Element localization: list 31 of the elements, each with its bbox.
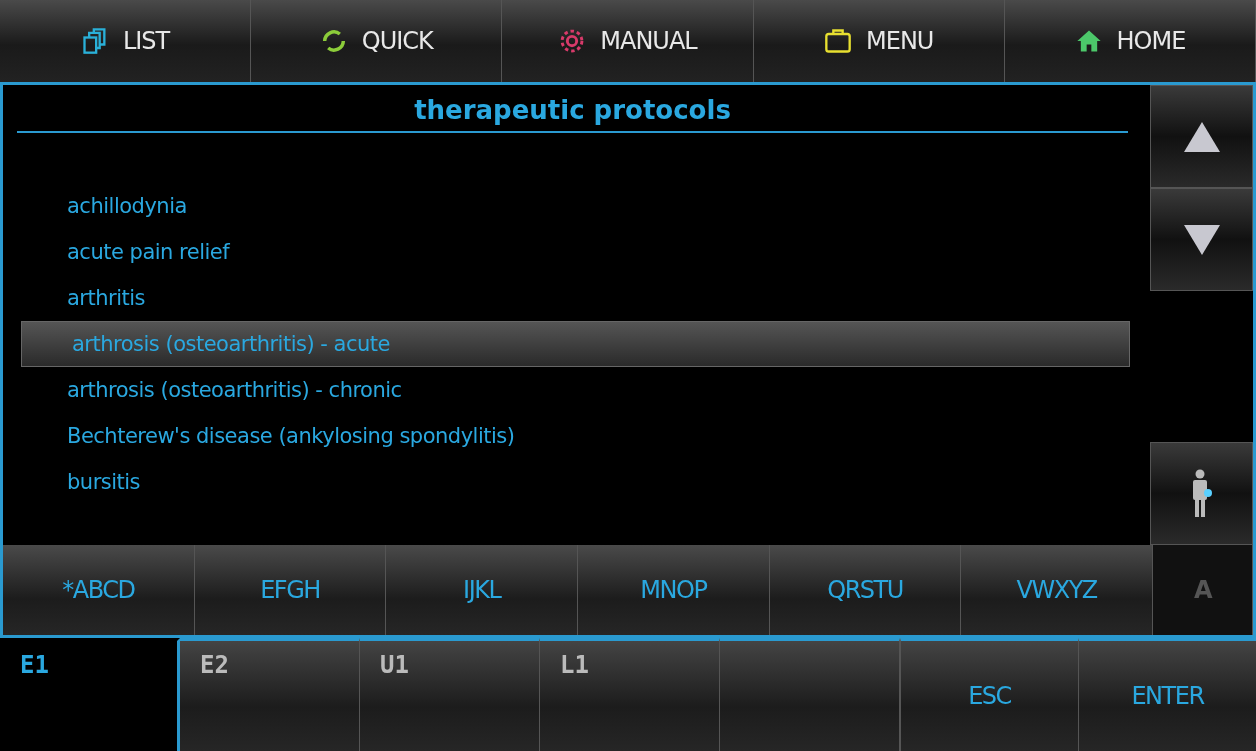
toolbar-button[interactable]: MENU (753, 0, 1005, 82)
channel-tab[interactable]: L1 (540, 638, 720, 751)
list-item[interactable]: arthrosis (osteoarthritis) - chronic (19, 367, 1130, 413)
action-button[interactable]: ENTER (1078, 638, 1256, 751)
blank-button[interactable] (720, 638, 900, 751)
toolbar-button[interactable]: QUICK (251, 0, 503, 82)
list-item[interactable]: arthrosis (osteoarthritis) - acute (21, 321, 1130, 367)
letter-filter-button[interactable]: QRSTU (769, 545, 962, 635)
scroll-up-button[interactable] (1150, 85, 1253, 188)
toolbar-button[interactable]: LIST (0, 0, 252, 82)
pages-icon (80, 27, 109, 55)
letter-filter-button[interactable]: IJKL (386, 545, 578, 635)
letter-filter-button[interactable]: EFGH (194, 545, 387, 635)
list-item[interactable]: arthritis (19, 275, 1130, 321)
body-view-button[interactable] (1150, 442, 1253, 545)
list-item[interactable]: acute pain relief (19, 229, 1130, 275)
letter-filter-button[interactable]: MNOP (578, 545, 770, 635)
list-title: therapeutic protocols (17, 85, 1128, 133)
channel-tab[interactable]: E2 (180, 638, 360, 751)
letter-filter-button[interactable]: VWXYZ (961, 545, 1154, 635)
letter-filter-button[interactable]: *ABCD (3, 545, 195, 635)
list-item[interactable]: Bechterew's disease (ankylosing spondylitis) (19, 413, 1130, 459)
list-item[interactable]: bursitis (19, 459, 1130, 505)
folder-icon (824, 27, 852, 55)
toolbar-button[interactable]: HOME (1004, 0, 1256, 82)
down-arrow-icon (1181, 222, 1222, 257)
toolbar-button[interactable]: MANUAL (502, 0, 754, 82)
list-item[interactable]: achillodynia (19, 183, 1130, 229)
channel-tab[interactable]: U1 (360, 638, 540, 751)
action-button[interactable]: ESC (900, 638, 1078, 751)
scroll-down-button[interactable] (1150, 188, 1253, 291)
